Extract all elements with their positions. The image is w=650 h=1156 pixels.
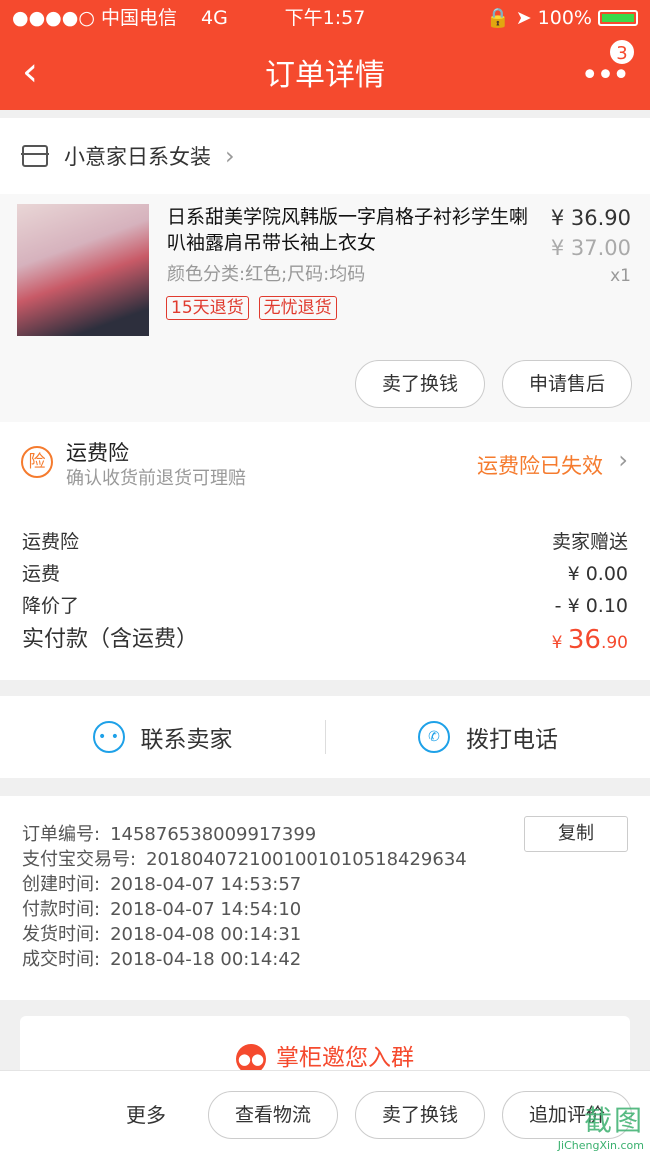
shipped-time-row: 发货时间: 2018-04-08 00:14:31 [22,922,628,947]
watermark: 截图 JiChengXin.com [558,1099,644,1152]
total-currency: ¥ [551,633,568,653]
paid-time-label: 付款时间: [22,899,101,920]
fee-value: - ¥ 0.10 [554,595,628,617]
insurance-icon: 险 [21,446,53,478]
order-number-label: 订单编号: [22,824,101,845]
call-phone-label: 拨打电话 [466,727,558,753]
battery-icon [598,10,638,26]
view-logistics-button[interactable]: 查看物流 [208,1091,338,1139]
paid-time-row: 付款时间: 2018-04-07 14:54:10 [22,897,628,922]
contact-seller-label: 联系卖家 [140,727,233,753]
phone-icon: ✆ [418,721,450,753]
total-integer: 36 [567,625,601,655]
chevron-right-icon: › [618,446,628,474]
fee-value: 卖家赠送 [551,531,628,553]
product-tags: 15天退货 无忧退货 [166,296,337,320]
order-info: 订单编号: 145876538009917399 支付宝交易号: 201804072… [0,796,650,1000]
bottom-action-bar: 更多 查看物流 卖了换钱 追加评价 截图 JiChengXin.com [0,1070,650,1156]
shop-row[interactable]: 小意家日系女装 › [0,118,650,194]
order-item[interactable]: 日系甜美学院风韩版一字肩格子衬衫学生喇叭袖露肩吊带长袖上衣女 颜色分类:红色;尺… [0,194,650,422]
contact-seller-button[interactable]: • • 联系卖家 [0,720,325,754]
header: ●●●●○ 中国电信 4G 下午1:57 🔒 ➤ 100% ‹ 订单详情 •••… [0,0,650,110]
insurance-title: 运费险 [66,441,129,465]
status-bar: ●●●●○ 中国电信 4G 下午1:57 🔒 ➤ 100% [0,0,650,36]
completed-time: 2018-04-18 00:14:42 [110,949,302,970]
invite-label-row: ●● 掌柜邀您入群 [20,1038,630,1074]
created-time-row: 创建时间: 2018-04-07 14:53:57 [22,872,628,897]
shipped-time: 2018-04-08 00:14:31 [110,924,302,945]
chat-icon: • • [92,721,125,753]
insurance-subtitle: 确认收货前退货可理赔 [66,468,246,489]
created-time: 2018-04-07 14:53:57 [110,874,302,895]
fee-label: 降价了 [22,595,80,617]
completed-time-row: 成交时间: 2018-04-18 00:14:42 [22,947,628,972]
alipay-number-label: 支付宝交易号: [22,849,137,870]
chevron-right-icon: › [225,142,235,170]
copy-button[interactable]: 复制 [524,816,628,852]
total-label: 实付款（含运费） [22,627,199,652]
alipay-number: 2018040721001001010518429634 [146,849,467,870]
product-original-price: ¥ 37.00 [550,236,631,260]
battery-label: 100% [537,7,592,29]
insurance-row[interactable]: 险 运费险 确认收货前退货可理赔 运费险已失效 › [0,422,650,500]
product-price: ¥ 36.90 [550,206,631,230]
fee-summary: 运费险 卖家赠送 运费 ¥ 0.00 降价了 - ¥ 0.10 实付款（含运费）… [0,500,650,680]
shop-icon [21,145,49,167]
total-row: 实付款（含运费） ¥ 36.90 [22,624,628,659]
fee-row: 运费 ¥ 0.00 [22,558,628,590]
fee-row: 运费险 卖家赠送 [22,526,628,558]
contact-bar: • • 联系卖家 ✆ 拨打电话 [0,696,650,778]
watermark-site: JiChengXin.com [557,1139,644,1152]
status-right: 🔒 ➤ 100% [486,0,638,36]
product-spec: 颜色分类:红色;尺码:均码 [167,264,366,285]
fee-label: 运费险 [22,531,80,553]
more-button[interactable]: 更多 [126,1099,166,1128]
total-decimal: .90 [600,633,628,653]
completed-time-label: 成交时间: [22,949,101,970]
lock-icon: 🔒 [486,7,510,29]
watermark-text: 截图 [583,1104,644,1137]
fee-value: ¥ 0.00 [567,563,628,585]
page-title: 订单详情 [265,58,385,93]
tag-return-15: 15天退货 [166,296,249,320]
fee-label: 运费 [22,563,61,585]
message-badge: 3 [608,38,636,66]
tag-worry-free: 无忧退货 [258,296,337,320]
total-amount: ¥ 36.90 [552,624,628,659]
product-image[interactable] [17,204,149,336]
resell-button[interactable]: 卖了换钱 [355,360,485,408]
paid-time: 2018-04-07 14:54:10 [110,899,302,920]
created-time-label: 创建时间: [22,874,101,895]
insurance-status: 运费险已失效 [477,454,603,478]
invite-label: 掌柜邀您入群 [276,1045,414,1071]
fee-row: 降价了 - ¥ 0.10 [22,590,628,622]
navbar: ‹ 订单详情 ••• 3 [0,36,650,110]
location-icon: ➤ [515,7,532,29]
group-icon: ●● [236,1043,266,1074]
order-number: 145876538009917399 [110,824,317,845]
after-sales-button[interactable]: 申请售后 [502,360,632,408]
product-quantity: x1 [610,266,631,286]
resell-bottom-button[interactable]: 卖了换钱 [355,1091,485,1139]
shipped-time-label: 发货时间: [22,924,101,945]
product-title: 日系甜美学院风韩版一字肩格子衬衫学生喇叭袖露肩吊带长袖上衣女 [167,206,529,254]
call-phone-button[interactable]: ✆ 拨打电话 [325,720,650,754]
shop-name: 小意家日系女装 [64,145,211,169]
